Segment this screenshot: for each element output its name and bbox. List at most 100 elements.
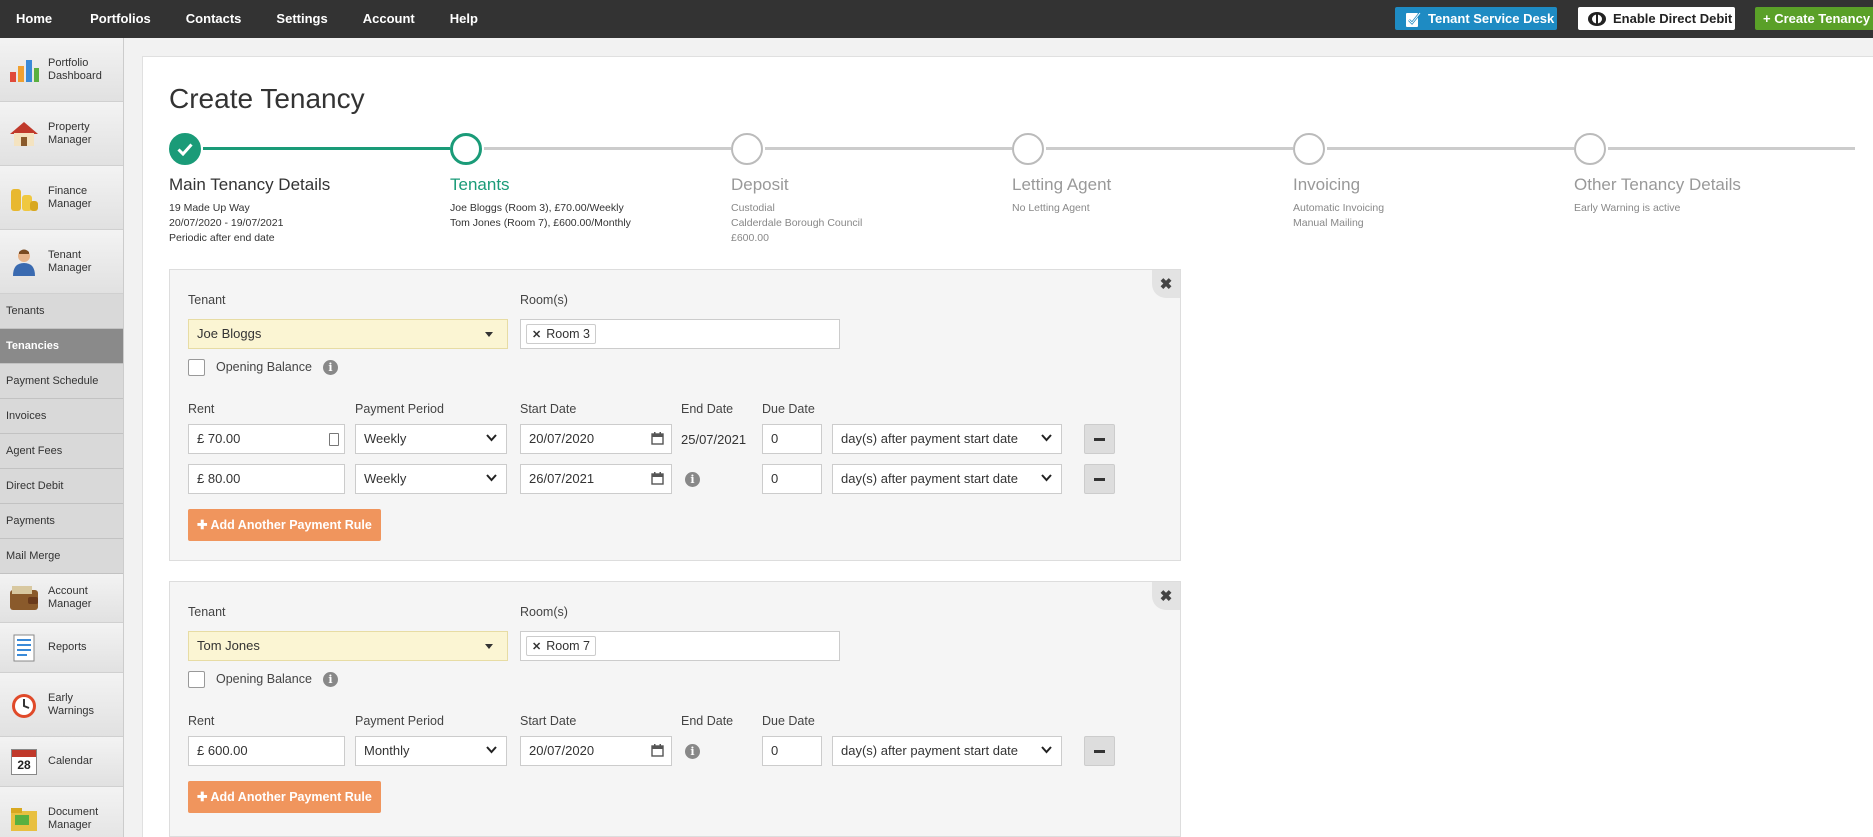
due-date-type-select[interactable]: day(s) after payment start date (832, 464, 1062, 494)
tenant-select[interactable]: Joe Bloggs (188, 319, 508, 349)
nav-home[interactable]: Home (0, 0, 74, 38)
rent-input[interactable]: £ 70.00 (188, 424, 345, 454)
opening-balance-checkbox[interactable] (188, 359, 205, 376)
add-payment-rule-label: Add Another Payment Rule (210, 518, 372, 532)
start-date-input[interactable]: 20/07/2020 (520, 424, 672, 454)
step-summary-line: Early Warning is active (1574, 202, 1681, 214)
nav-portfolios[interactable]: Portfolios (74, 0, 170, 38)
due-date-input[interactable]: 0 (762, 736, 822, 766)
enable-direct-debit-button[interactable]: Enable Direct Debit (1578, 7, 1735, 30)
calendar-icon[interactable] (651, 471, 664, 485)
chevron-down-icon (1041, 474, 1052, 482)
sidebar-item-early-warnings[interactable]: Early Warnings (0, 673, 123, 737)
chevron-down-icon (1041, 746, 1052, 754)
calendar-icon[interactable] (651, 743, 664, 757)
payment-period-select[interactable]: Monthly (355, 736, 507, 766)
remove-rule-button[interactable] (1084, 464, 1115, 494)
alarm-clock-icon (0, 690, 48, 720)
info-icon[interactable]: i (685, 472, 700, 487)
step-connector (484, 147, 731, 150)
plus-icon: ✚ (197, 518, 208, 532)
due-date-value: 0 (771, 471, 779, 486)
step-summary-line: Tom Jones (Room 7), £600.00/Monthly (450, 217, 631, 229)
step-summary-line: 20/07/2020 - 19/07/2021 (169, 217, 284, 229)
room-tag-label: Room 7 (546, 639, 590, 653)
end-date-value: 25/07/2021 (681, 432, 747, 447)
house-icon (0, 120, 48, 148)
step-title: Letting Agent (1012, 175, 1112, 194)
sidebar-item-invoices[interactable]: Invoices (0, 399, 123, 434)
step-pending-icon (731, 133, 763, 165)
folder-icon (0, 805, 48, 833)
rooms-input[interactable]: ✕ Room 3 (520, 319, 840, 349)
info-icon[interactable]: i (323, 360, 338, 375)
room-tag: ✕ Room 3 (526, 324, 596, 344)
sidebar-item-account-manager[interactable]: Account Manager (0, 574, 123, 623)
sidebar-item-agent-fees[interactable]: Agent Fees (0, 434, 123, 469)
tenant-select[interactable]: Tom Jones (188, 631, 508, 661)
sidebar-item-tenant-manager[interactable]: Tenant Manager (0, 230, 123, 294)
due-date-label: Due Date (762, 714, 815, 728)
person-icon (0, 247, 48, 277)
sidebar: Portfolio Dashboard Property Manager Fin… (0, 38, 124, 837)
nav-contacts[interactable]: Contacts (170, 0, 261, 38)
rooms-label: Room(s) (520, 605, 568, 619)
remove-rule-button[interactable] (1084, 424, 1115, 454)
payment-period-select[interactable]: Weekly (355, 464, 507, 494)
remove-tag-icon[interactable]: ✕ (532, 329, 541, 341)
remove-rule-button[interactable] (1084, 736, 1115, 766)
start-date-input[interactable]: 20/07/2020 (520, 736, 672, 766)
close-icon[interactable]: ✖ (1152, 270, 1180, 298)
add-payment-rule-button[interactable]: ✚ Add Another Payment Rule (188, 781, 381, 813)
tenant-service-desk-button[interactable]: Tenant Service Desk (1395, 7, 1557, 30)
sidebar-label: Early Warnings (48, 691, 95, 717)
start-date-input[interactable]: 26/07/2021 (520, 464, 672, 494)
top-bar: Home Portfolios Contacts Settings Accoun… (0, 0, 1873, 38)
sidebar-item-property-manager[interactable]: Property Manager (0, 102, 123, 166)
sidebar-item-reports[interactable]: Reports (0, 623, 123, 673)
payment-period-select[interactable]: Weekly (355, 424, 507, 454)
sidebar-item-finance-manager[interactable]: Finance Manager (0, 166, 123, 230)
create-tenancy-button[interactable]: + Create Tenancy (1755, 7, 1873, 30)
opening-balance-checkbox[interactable] (188, 671, 205, 688)
sidebar-item-payments[interactable]: Payments (0, 504, 123, 539)
step-connector (1608, 147, 1855, 150)
rooms-input[interactable]: ✕ Room 7 (520, 631, 840, 661)
info-icon[interactable]: i (323, 672, 338, 687)
step-pending-icon (1574, 133, 1606, 165)
sidebar-item-portfolio-dashboard[interactable]: Portfolio Dashboard (0, 38, 123, 102)
nav-help[interactable]: Help (434, 0, 497, 38)
due-date-input[interactable]: 0 (762, 464, 822, 494)
sidebar-item-payment-schedule[interactable]: Payment Schedule (0, 364, 123, 399)
sidebar-item-calendar[interactable]: 28 Calendar (0, 737, 123, 787)
rent-input[interactable]: £ 80.00 (188, 464, 345, 494)
checklist-icon (1406, 11, 1421, 27)
rent-input[interactable]: £ 600.00 (188, 736, 345, 766)
step-complete-icon (169, 133, 201, 165)
chevron-down-icon (486, 474, 497, 482)
sidebar-item-direct-debit[interactable]: Direct Debit (0, 469, 123, 504)
due-date-input[interactable]: 0 (762, 424, 822, 454)
due-date-type-select[interactable]: day(s) after payment start date (832, 424, 1062, 454)
remove-tag-icon[interactable]: ✕ (532, 641, 541, 653)
calendar-icon[interactable] (651, 431, 664, 445)
sidebar-item-document-manager[interactable]: Document Manager (0, 787, 123, 837)
nav-settings[interactable]: Settings (260, 0, 346, 38)
nav-account[interactable]: Account (347, 0, 434, 38)
sidebar-item-tenancies[interactable]: Tenancies (0, 329, 123, 364)
tenant-panel: ✖ Tenant Room(s) Joe Bloggs ✕ Room 3 Open… (169, 269, 1181, 561)
tenant-panel: ✖ Tenant Room(s) Tom Jones ✕ Room 7 Openi… (169, 581, 1181, 837)
due-date-type-select[interactable]: day(s) after payment start date (832, 736, 1062, 766)
calculator-icon[interactable] (329, 433, 339, 446)
sidebar-item-mail-merge[interactable]: Mail Merge (0, 539, 123, 574)
step-title: Tenants (450, 175, 510, 194)
chevron-down-icon (486, 746, 497, 754)
info-icon[interactable]: i (685, 744, 700, 759)
top-nav: Home Portfolios Contacts Settings Accoun… (0, 0, 497, 38)
rent-label: Rent (188, 714, 215, 728)
close-icon[interactable]: ✖ (1152, 582, 1180, 610)
step-summary: Custodial Calderdale Borough Council £60… (731, 201, 862, 246)
add-payment-rule-button[interactable]: ✚ Add Another Payment Rule (188, 509, 381, 541)
sidebar-item-tenants[interactable]: Tenants (0, 294, 123, 329)
currency-symbol: £ (197, 431, 205, 446)
